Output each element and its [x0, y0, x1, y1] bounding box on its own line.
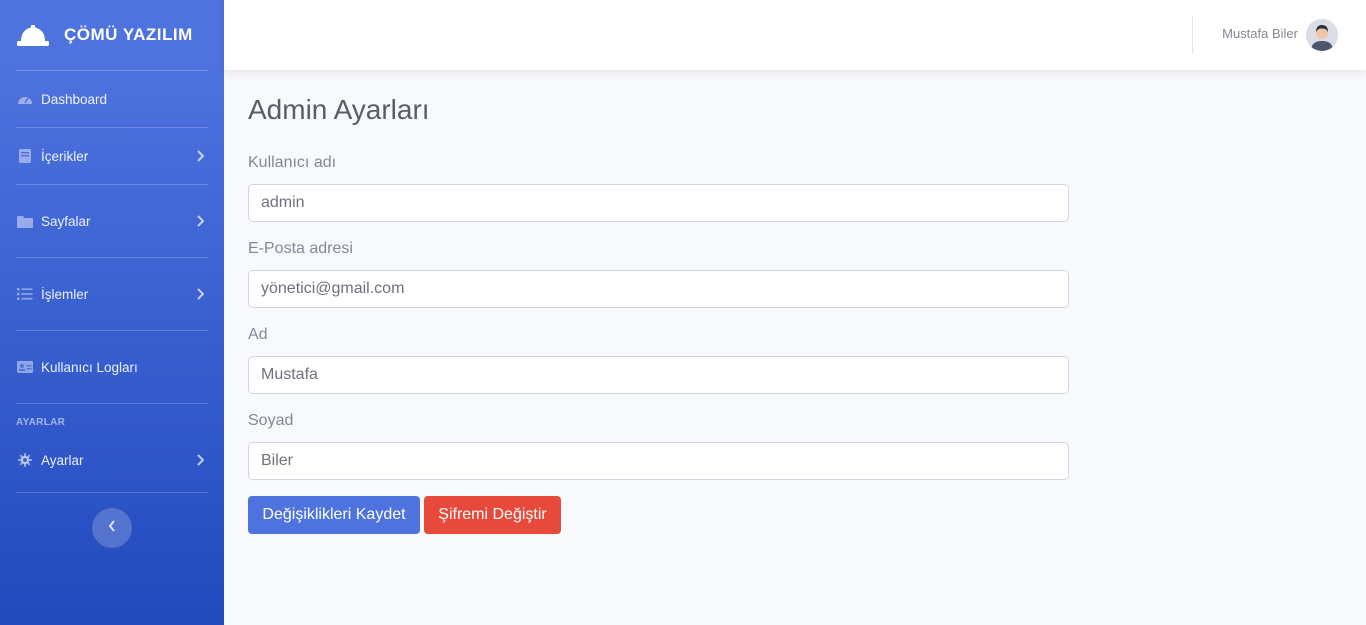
page-title: Admin Ayarları — [248, 94, 430, 125]
topbar-divider — [1192, 16, 1193, 54]
folder-icon — [16, 214, 34, 228]
sidebar-item-sayfalar[interactable]: Sayfalar — [0, 185, 224, 257]
sidebar-item-islemler[interactable]: İşlemler — [0, 258, 224, 330]
sidebar-item-label: Dashboard — [41, 91, 108, 107]
book-icon — [16, 149, 34, 163]
sidebar-item-label: İçerikler — [41, 148, 89, 164]
first-name-label: Ad — [248, 326, 268, 343]
gauge-icon — [16, 92, 34, 106]
user-name[interactable]: Mustafa Biler — [1222, 26, 1298, 41]
change-password-button[interactable]: Şifremi Değiştir — [424, 496, 561, 534]
last-name-field[interactable] — [248, 442, 1069, 480]
first-name-field[interactable] — [248, 356, 1069, 394]
username-field[interactable] — [248, 184, 1069, 222]
brand-name: ÇÖMÜ YAZILIM — [64, 25, 193, 44]
sidebar-item-dashboard[interactable]: Dashboard — [0, 71, 224, 127]
username-label: Kullanıcı adı — [248, 154, 337, 171]
sidebar-toggle-button[interactable] — [92, 508, 132, 548]
sidebar-item-icerikler[interactable]: İçerikler — [0, 128, 224, 184]
chevron-right-icon — [196, 215, 205, 227]
sidebar: ÇÖMÜ YAZILIM Dashboard İçerikler Sayfala… — [0, 0, 224, 625]
chevron-left-icon — [108, 519, 116, 537]
chevron-right-icon — [196, 150, 205, 162]
sidebar-item-ayarlar[interactable]: Ayarlar — [0, 428, 224, 492]
id-card-icon — [16, 360, 34, 374]
sidebar-item-label: Kullanıcı Logları — [41, 359, 138, 375]
gear-icon — [16, 453, 34, 467]
last-name-label: Soyad — [248, 412, 294, 429]
email-label: E-Posta adresi — [248, 240, 353, 257]
sidebar-item-label: Ayarlar — [41, 452, 84, 468]
sidebar-item-kullanici-loglari[interactable]: Kullanıcı Logları — [0, 331, 224, 403]
chevron-right-icon — [196, 288, 205, 300]
save-changes-button[interactable]: Değişiklikleri Kaydet — [248, 496, 420, 534]
topbar: Mustafa Biler — [224, 0, 1366, 70]
email-field[interactable] — [248, 270, 1069, 308]
sidebar-item-label: Sayfalar — [41, 213, 91, 229]
sidebar-divider — [16, 492, 208, 493]
sidebar-item-label: İşlemler — [41, 286, 89, 302]
brand-link[interactable]: ÇÖMÜ YAZILIM — [0, 0, 224, 70]
list-icon — [16, 287, 34, 301]
hard-hat-icon — [16, 22, 50, 48]
chevron-right-icon — [196, 454, 205, 466]
avatar[interactable] — [1306, 19, 1338, 51]
sidebar-heading: AYARLAR — [16, 417, 66, 428]
